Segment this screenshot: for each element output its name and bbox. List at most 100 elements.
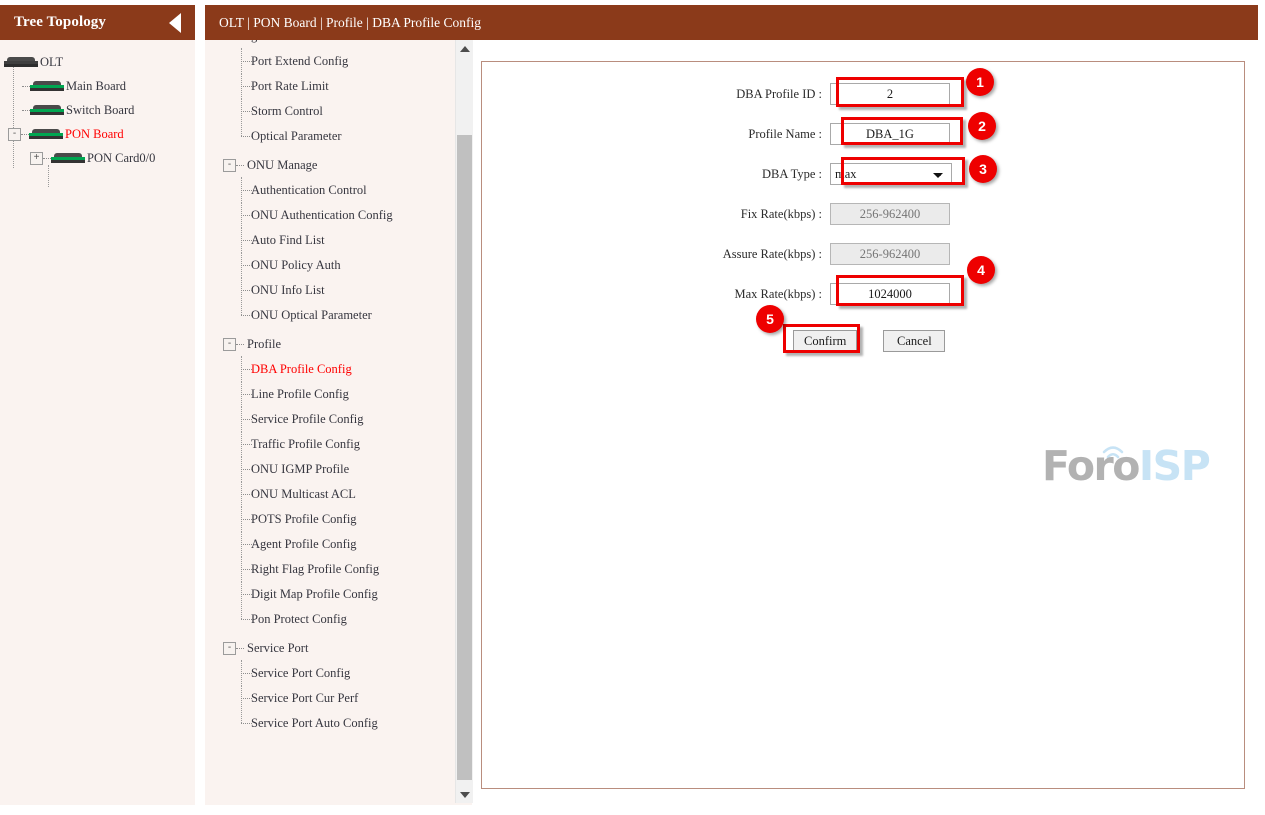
menu-item-label: Service Port Config: [251, 666, 351, 680]
tree-node-main-board[interactable]: Main Board: [0, 74, 195, 98]
tree-tick: [21, 133, 29, 135]
menu-item-label: g: [251, 40, 257, 44]
menu-item-optical-parameter[interactable]: Optical Parameter: [223, 123, 475, 149]
menu-item-onu-authentication-config[interactable]: ONU Authentication Config: [223, 202, 475, 228]
assure-rate-input[interactable]: [830, 243, 950, 265]
menu-item-agent-profile-config[interactable]: Agent Profile Config: [223, 531, 475, 557]
cancel-button[interactable]: Cancel: [883, 330, 946, 352]
menu-item-onu-policy-auth[interactable]: ONU Policy Auth: [223, 252, 475, 278]
menu-item-port-rate-limit[interactable]: Port Rate Limit: [223, 73, 475, 99]
navigation-menu-list: g Port Extend Config Port Rate Limit Storm …: [205, 40, 475, 736]
tree-node-pon-board[interactable]: - PON Board: [0, 122, 195, 146]
menu-tree-tick: [241, 444, 252, 445]
left-triangle-icon[interactable]: [169, 12, 181, 33]
breadcrumb: OLT | PON Board | Profile | DBA Profile …: [205, 5, 1258, 40]
menu-item-service-profile-config[interactable]: Service Profile Config: [223, 406, 475, 432]
device-green-icon: [29, 128, 63, 140]
field-label: Max Rate(kbps) :: [734, 286, 822, 301]
menu-item-line-profile-config[interactable]: Line Profile Config: [223, 381, 475, 407]
menu-tree-vline: [241, 302, 242, 315]
menu-tree-vline: [241, 606, 242, 619]
menu-tree-tick: [241, 265, 252, 266]
tree-node-olt[interactable]: OLT: [0, 50, 195, 74]
menu-item-label: Authentication Control: [251, 183, 367, 197]
menu-item-dba-profile-config[interactable]: DBA Profile Config: [223, 356, 475, 382]
menu-item-storm-control[interactable]: Storm Control: [223, 98, 475, 124]
menu-group-collapse-icon[interactable]: -: [223, 159, 236, 172]
menu-item-label: Optical Parameter: [251, 129, 342, 143]
menu-item-onu-info-list[interactable]: ONU Info List: [223, 277, 475, 303]
scroll-up-arrow-icon[interactable]: [456, 40, 473, 57]
dba-profile-id-input[interactable]: [830, 83, 950, 105]
tree-expander-collapse-icon[interactable]: -: [8, 127, 21, 141]
foroisp-watermark-logo: ForoISP: [1042, 440, 1211, 492]
menu-item-traffic-profile-config[interactable]: Traffic Profile Config: [223, 431, 475, 457]
menu-item-partial-top[interactable]: g: [223, 40, 475, 49]
menu-item-onu-igmp-profile[interactable]: ONU IGMP Profile: [223, 456, 475, 482]
profile-name-input[interactable]: [830, 123, 950, 145]
menu-item-label: Port Extend Config: [251, 54, 349, 68]
scrollbar-thumb[interactable]: [457, 135, 472, 780]
menu-item-label: Agent Profile Config: [251, 537, 357, 551]
menu-item-label: Auto Find List: [251, 233, 325, 247]
menu-tree-tick: [241, 469, 252, 470]
menu-group-profile[interactable]: - Profile: [223, 332, 475, 357]
watermark-part1: Foro: [1042, 442, 1140, 490]
menu-tree-tick: [241, 619, 252, 620]
form-row-dba-type: DBA Type : max: [650, 161, 952, 187]
form-row-assure-rate: Assure Rate(kbps) :: [650, 241, 950, 267]
menu-item-label: Digit Map Profile Config: [251, 587, 378, 601]
menu-tree-vline: [241, 710, 242, 723]
menu-tree-tick: [241, 594, 252, 595]
menu-item-label: Service Port Auto Config: [251, 716, 378, 730]
menu-item-authentication-control[interactable]: Authentication Control: [223, 177, 475, 203]
menu-item-label: ONU Info List: [251, 283, 325, 297]
menu-item-onu-optical-parameter[interactable]: ONU Optical Parameter: [223, 302, 475, 328]
tree-expander-expand-icon[interactable]: +: [30, 151, 43, 165]
confirm-button[interactable]: Confirm: [793, 330, 858, 352]
menu-item-digit-map-profile-config[interactable]: Digit Map Profile Config: [223, 581, 475, 607]
tree-node-label: Main Board: [66, 78, 127, 93]
max-rate-input[interactable]: [830, 283, 950, 305]
menu-item-label: ONU IGMP Profile: [251, 462, 350, 476]
menu-item-label: Service Profile Config: [251, 412, 364, 426]
tree-node-switch-board[interactable]: Switch Board: [0, 98, 195, 122]
form-row-profile-name: Profile Name :: [650, 121, 950, 147]
tree-node-label: PON Card0/0: [87, 150, 156, 165]
menu-tree-tick: [241, 111, 252, 112]
breadcrumb-text: OLT | PON Board | Profile | DBA Profile …: [219, 14, 481, 30]
menu-item-port-extend-config[interactable]: Port Extend Config: [223, 48, 475, 74]
menu-tree-tick: [241, 519, 252, 520]
fix-rate-input[interactable]: [830, 203, 950, 225]
navigation-menu-scroll-area: g Port Extend Config Port Rate Limit Storm …: [205, 40, 475, 805]
tree-topology-title: Tree Topology: [14, 14, 107, 30]
menu-item-pots-profile-config[interactable]: POTS Profile Config: [223, 506, 475, 532]
menu-group-onu-manage[interactable]: - ONU Manage: [223, 153, 475, 178]
menu-tree-tick: [241, 419, 252, 420]
form-row-dba-profile-id: DBA Profile ID :: [650, 81, 950, 107]
menu-item-service-port-cur-perf[interactable]: Service Port Cur Perf: [223, 685, 475, 711]
tree-node-pon-card[interactable]: + PON Card0/0: [0, 146, 195, 170]
menu-tree-tick: [241, 290, 252, 291]
tree-tick: [22, 109, 30, 111]
menu-item-auto-find-list[interactable]: Auto Find List: [223, 227, 475, 253]
menu-item-right-flag-profile-config[interactable]: Right Flag Profile Config: [223, 556, 475, 582]
menu-item-onu-multicast-acl[interactable]: ONU Multicast ACL: [223, 481, 475, 507]
menu-tree-tick: [241, 723, 252, 724]
dba-type-select[interactable]: max: [830, 163, 952, 185]
menu-item-service-port-config[interactable]: Service Port Config: [223, 660, 475, 686]
menu-item-pon-protect-config[interactable]: Pon Protect Config: [223, 606, 475, 632]
menu-group-service-port[interactable]: - Service Port: [223, 636, 475, 661]
scroll-down-arrow-icon[interactable]: [456, 786, 473, 803]
menu-tree-tick: [241, 136, 252, 137]
menu-group-collapse-icon[interactable]: -: [223, 338, 236, 351]
device-icon: [4, 56, 38, 68]
menu-item-service-port-auto-config[interactable]: Service Port Auto Config: [223, 710, 475, 736]
menu-group-collapse-icon[interactable]: -: [223, 642, 236, 655]
menu-item-label: Right Flag Profile Config: [251, 562, 380, 576]
menu-scrollbar[interactable]: [455, 40, 473, 803]
menu-group-label: Profile: [247, 337, 282, 351]
menu-tree-tick: [241, 215, 252, 216]
menu-tree-tick: [241, 369, 252, 370]
menu-tree-tick: [241, 698, 252, 699]
